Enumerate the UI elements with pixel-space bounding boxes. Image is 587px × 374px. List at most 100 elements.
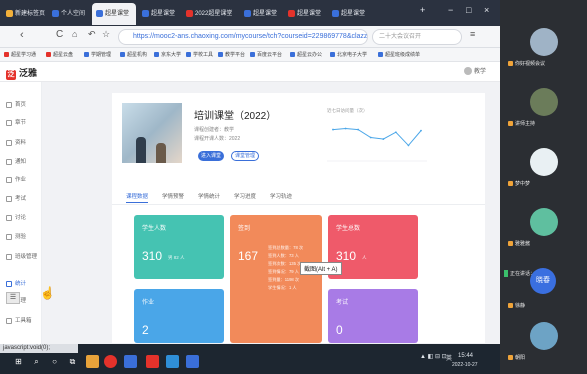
tab-course-2[interactable]: 超星课堂 xyxy=(138,3,180,25)
app-logo[interactable]: 泛泛雅 xyxy=(6,66,37,80)
bookmark-item[interactable]: 学校工具 xyxy=(186,51,213,58)
bookmark-item[interactable]: 京东大学 xyxy=(154,51,181,58)
app-icon-docs[interactable] xyxy=(186,355,199,368)
windows-start-icon[interactable]: ⊞ xyxy=(12,355,25,368)
sidebar-item-homework[interactable]: 作业 xyxy=(6,175,26,183)
mic-icon xyxy=(508,61,513,67)
sidebar-item-quiz[interactable]: 测验 xyxy=(6,232,26,240)
visits-data-point xyxy=(420,129,422,132)
tab-label: 个人空间 xyxy=(61,11,86,17)
back-icon[interactable]: ‹ xyxy=(20,29,24,41)
app-icon-red[interactable] xyxy=(146,355,159,368)
system-tray-icons[interactable]: ▲ ◧ ⊟ ⊡ xyxy=(420,353,447,360)
search-icon[interactable]: ⌕ xyxy=(30,355,43,368)
course-cover-image[interactable] xyxy=(122,103,182,163)
tab-course-4[interactable]: 超星课堂 xyxy=(240,3,282,25)
app-icon-meeting[interactable] xyxy=(166,355,179,368)
participant-tile[interactable]: 讲师主持 xyxy=(504,80,584,136)
task-view-icon[interactable]: ⧉ xyxy=(66,355,79,368)
participant-name: 雅雅酱 xyxy=(508,240,530,247)
stat-card-students[interactable]: 学生人数 310 男 82 人 xyxy=(134,215,224,279)
sidebar-item-discuss[interactable]: 讨论 xyxy=(6,213,26,221)
input-language[interactable]: 英 xyxy=(446,353,452,362)
user-menu[interactable]: 教学 xyxy=(463,66,486,76)
stat-value: 310 xyxy=(142,249,163,263)
enter-classroom-button[interactable]: 进入课堂 xyxy=(198,151,224,161)
sidebar-item-notices[interactable]: 通知 xyxy=(6,157,26,165)
sidebar-item-tools[interactable]: 工具箱 xyxy=(6,316,32,324)
close-window-icon[interactable]: × xyxy=(484,5,489,15)
participant-tile[interactable]: 朝阳 xyxy=(504,318,584,374)
refresh-icon[interactable]: C xyxy=(56,29,63,40)
undo-icon[interactable]: ↶ xyxy=(88,29,96,40)
participant-tile[interactable]: 雅雅酱 xyxy=(504,200,584,256)
tab-label: 超星课堂 xyxy=(341,11,366,17)
sidebar-item-stats[interactable]: 统计 xyxy=(6,279,26,287)
stat-card-signin[interactable]: 签到 167 签到总数量：78 次 签到人数：73 人 签到次数：135 次 签… xyxy=(230,215,322,343)
new-tab-plus-icon[interactable]: + xyxy=(420,5,425,15)
sidebar-item-label: 测验 xyxy=(15,234,27,240)
clock-date[interactable]: 2022-10-27 xyxy=(452,362,478,368)
home-icon xyxy=(6,101,12,108)
tab-progress[interactable]: 学习进度 xyxy=(234,192,256,200)
url-input[interactable]: https://mooc2-ans.chaoxing.com/mycourse/… xyxy=(118,29,368,45)
clock-time[interactable]: 15:44 xyxy=(458,353,473,359)
participant-tile[interactable]: 你好视频会议 xyxy=(504,20,584,76)
maximize-icon[interactable]: □ xyxy=(466,5,471,15)
tab-course-data[interactable]: 课程数据 xyxy=(126,192,149,203)
participant-name: 讲师主持 xyxy=(508,120,535,127)
tab-trajectory[interactable]: 学习轨迹 xyxy=(270,192,292,200)
tab-new[interactable]: 新建标签页 xyxy=(2,3,46,25)
bookmark-item[interactable]: 超星学习通 xyxy=(4,51,36,58)
browser-window: 新建标签页 个人空间 超星课堂 超星课堂 2022超星课堂 超星课堂 超星课堂 … xyxy=(0,0,500,374)
bookmark-item[interactable]: 学期管理 xyxy=(84,51,111,58)
browser-app-icon[interactable] xyxy=(104,355,117,368)
app-icon-orange[interactable] xyxy=(86,355,99,368)
bookmark-item[interactable]: 超星机构 xyxy=(120,51,147,58)
bookmark-item[interactable]: 教学平台 xyxy=(218,51,245,58)
app-icon-blue[interactable] xyxy=(124,355,137,368)
avatar-initials[interactable]: 晓春 xyxy=(530,268,556,294)
tab-space[interactable]: 个人空间 xyxy=(48,3,90,25)
visits-line-chart xyxy=(327,127,427,162)
minimize-icon[interactable]: − xyxy=(448,5,453,15)
participant-name: 朝阳 xyxy=(508,354,525,361)
collapse-sidebar-icon[interactable]: ☰ xyxy=(6,292,20,304)
user-name: 教学 xyxy=(473,69,486,75)
tab-course-active[interactable]: 超星课堂 xyxy=(92,3,136,25)
sidebar-item-exams[interactable]: 考试 xyxy=(6,194,26,202)
stat-detail: 签到次数：135 次 xyxy=(268,261,302,266)
bookmark-item[interactable]: 百度云平台 xyxy=(250,51,282,58)
sidebar-item-materials[interactable]: 资料 xyxy=(6,138,26,146)
stat-card-homework[interactable]: 作业 2 xyxy=(134,289,224,343)
stat-card-exam[interactable]: 考试 0 xyxy=(328,289,418,343)
bookmark-item[interactable]: 超星云盘 xyxy=(46,51,73,58)
tab-course-2022[interactable]: 2022超星课堂 xyxy=(182,3,238,25)
stat-value: 167 xyxy=(238,249,259,263)
bookmark-item[interactable]: 超星班级成绩单 xyxy=(378,51,420,58)
tab-course-5[interactable]: 超星课堂 xyxy=(284,3,326,25)
browser-search-input[interactable]: 二十大会议召开 xyxy=(372,29,462,45)
bookmark-item[interactable]: 北京电子大学 xyxy=(330,51,367,58)
avatar xyxy=(530,322,558,350)
participant-tile[interactable]: 梦中梦 xyxy=(504,140,584,196)
cortana-icon[interactable]: ○ xyxy=(48,355,61,368)
menu-icon[interactable]: ≡ xyxy=(470,29,475,39)
person-figure xyxy=(156,143,166,163)
star-icon[interactable]: ☆ xyxy=(102,29,110,40)
tab-warning[interactable]: 学情预警 xyxy=(162,192,184,200)
manage-classroom-button[interactable]: 课堂管理 xyxy=(231,151,259,161)
bookmark-item[interactable]: 超星云办公 xyxy=(290,51,322,58)
tab-stats[interactable]: 学情统计 xyxy=(198,192,220,200)
quiz-icon xyxy=(6,233,12,240)
tab-favicon-icon xyxy=(186,9,193,17)
participant-name-text: 雅雅酱 xyxy=(515,241,531,247)
address-bar-row: ‹ C ⌂ ↶ ☆ https://mooc2-ans.chaoxing.com… xyxy=(0,26,500,48)
home-icon[interactable]: ⌂ xyxy=(72,29,77,39)
sidebar-item-class[interactable]: 班级管理 xyxy=(6,252,37,260)
tab-course-6[interactable]: 超星课堂 xyxy=(328,3,370,25)
sidebar-item-chapters[interactable]: 章节 xyxy=(6,118,26,126)
visits-data-point xyxy=(394,131,397,134)
bookmark-label: 超星云办公 xyxy=(297,52,323,58)
sidebar-item-home[interactable]: 首页 xyxy=(6,100,26,108)
